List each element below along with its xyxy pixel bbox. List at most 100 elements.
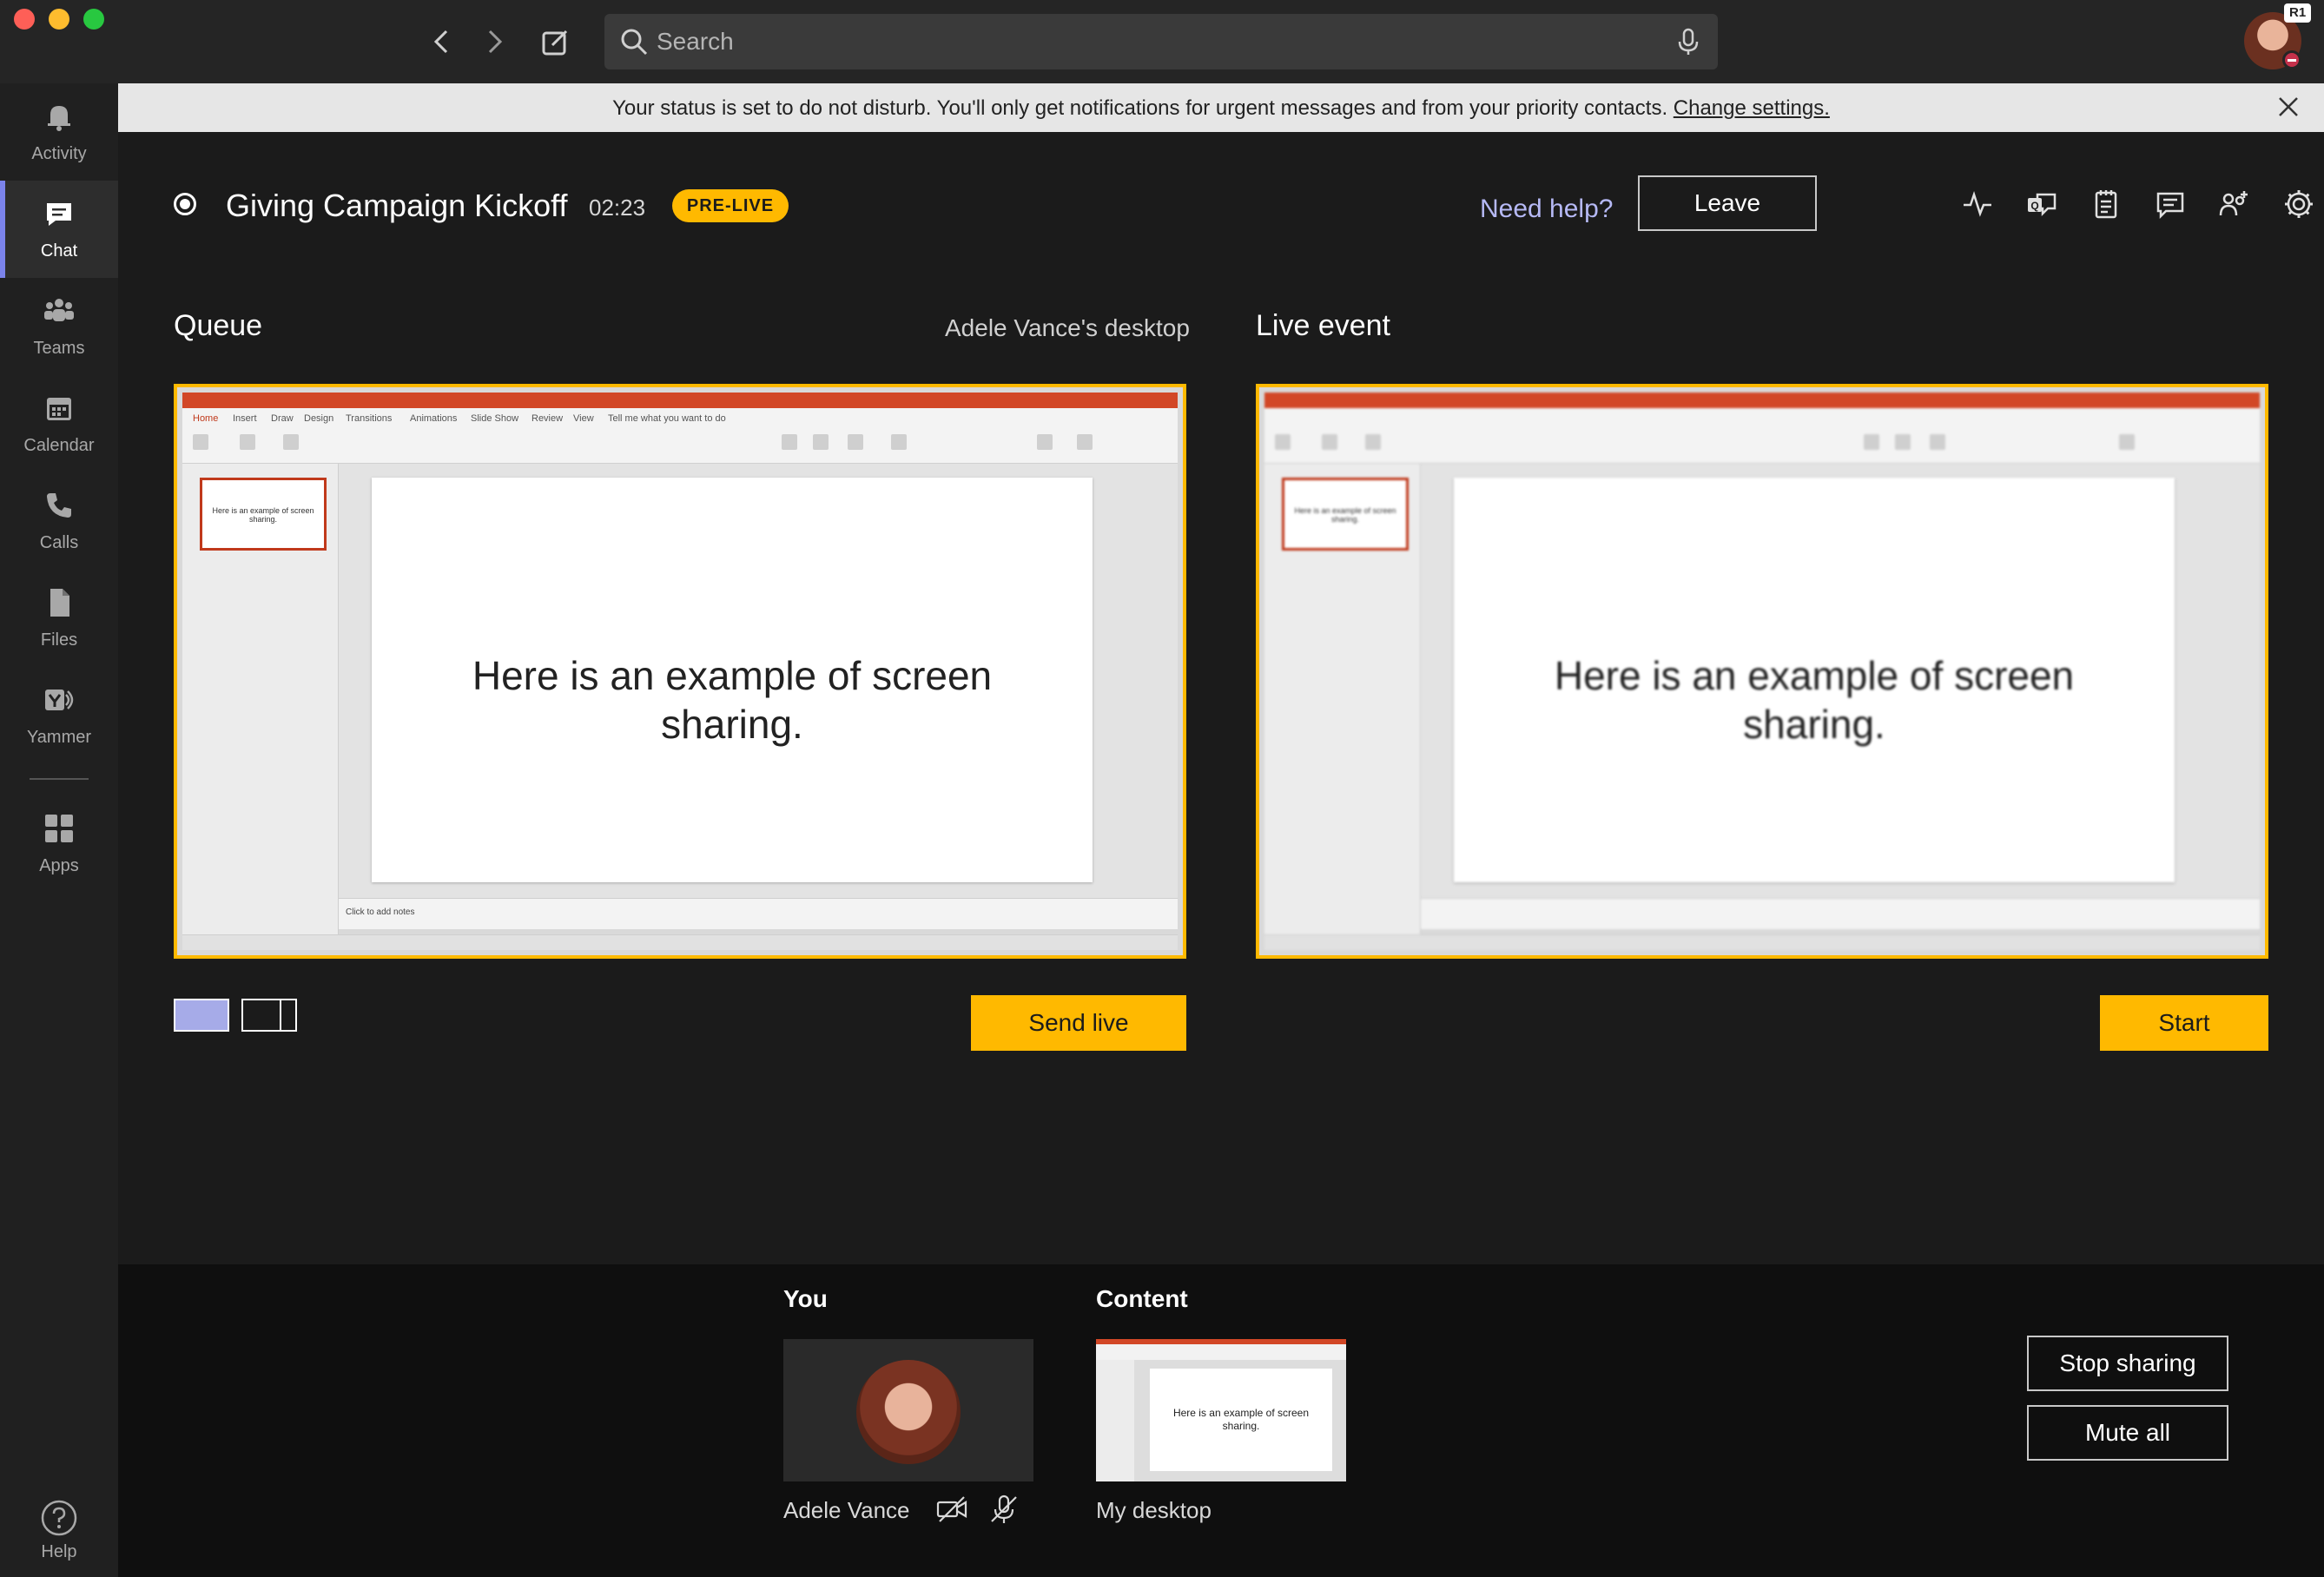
microphone-off-icon[interactable] [987,1492,1021,1527]
slide-text: Here is an example of screen sharing. [1172,1407,1310,1432]
chat-icon[interactable] [2154,188,2187,221]
leave-button[interactable]: Leave [1638,175,1817,231]
ppt-tool [1275,434,1291,450]
ppt-slide: Here is an example of screen sharing. [372,478,1093,882]
rail-item-activity[interactable]: Activity [0,83,118,181]
ppt-tab: Home [193,413,219,424]
queue-preview[interactable]: Home Insert Draw Design Transitions Anim… [174,384,1186,959]
content-caption: My desktop [1096,1497,1212,1523]
ppt-tool [1864,434,1879,450]
qna-icon[interactable]: Q [2025,188,2058,221]
ppt-tab: Animations [410,413,458,424]
search-bar[interactable]: Search [604,14,1718,69]
back-icon[interactable] [424,23,462,61]
mute-all-button[interactable]: Mute all [2027,1405,2228,1461]
participants-icon[interactable] [2218,188,2251,221]
need-help-link[interactable]: Need help? [1480,195,1613,224]
avatar [856,1360,961,1464]
minimize-window-button[interactable] [49,9,69,30]
rail-label: Teams [33,339,85,358]
rail-label: Apps [39,856,79,875]
search-input[interactable]: Search [657,28,734,56]
ppt-tool [1322,434,1337,450]
start-button[interactable]: Start [2100,995,2268,1051]
ppt-tool [782,434,797,450]
ppt-slide: Here is an example of screen sharing. [1150,1369,1332,1471]
stop-sharing-button[interactable]: Stop sharing [2027,1336,2228,1391]
app-rail: Activity Chat Teams Calendar Calls Files… [0,83,118,1577]
event-timer: 02:23 [589,195,646,221]
phone-icon [47,493,71,518]
rail-label: Files [40,630,78,650]
you-label: You [783,1285,828,1312]
ppt-tool [891,434,907,450]
ppt-notes-pane: Click to add notes [339,898,1178,929]
ppt-thumb-text: Here is an example of screen sharing. [1294,506,1396,524]
ppt-tool [1077,434,1093,450]
dnd-notification-banner: Your status is set to do not disturb. Yo… [118,83,2324,132]
files-icon [50,589,69,617]
slide-text: Here is an example of screen sharing. [472,653,993,747]
apps-icon [45,815,73,842]
ppt-tool [2119,434,2135,450]
ppt-tab: Draw [271,413,294,424]
ppt-slide-thumbnails: Here is an example of screen sharing. [182,464,339,940]
ppt-tab: Design [304,413,334,424]
rail-item-files[interactable]: Files [0,570,118,667]
close-icon[interactable] [2277,96,2300,122]
send-live-button[interactable]: Send live [971,995,1186,1051]
banner-text: Your status is set to do not disturb. Yo… [612,96,1674,120]
rail-item-teams[interactable]: Teams [0,278,118,375]
ppt-tool [240,434,255,450]
ppt-tool [813,434,829,450]
settings-icon[interactable] [2282,188,2315,221]
live-event-preview[interactable]: Here is an example of screen sharing. He… [1256,384,2268,959]
search-icon [621,29,648,56]
forward-icon[interactable] [474,23,512,61]
live-event-label: Live event [1256,309,1390,342]
ppt-ribbon [1264,408,2260,464]
rail-item-calendar[interactable]: Calendar [0,375,118,472]
title-bar: Search R1 [0,0,2324,83]
rail-label: Calendar [23,436,95,455]
ppt-tab: View [573,413,594,424]
banner-message: Your status is set to do not disturb. Yo… [118,96,2324,121]
ppt-ribbon [1096,1344,1346,1360]
camera-off-icon[interactable] [934,1492,969,1527]
ppt-tool [283,434,299,450]
record-status-icon [174,193,196,215]
ppt-slide-thumbnails [1096,1360,1134,1481]
ppt-notes-text: Click to add notes [346,907,415,917]
ppt-tab: Slide Show [471,413,519,424]
microphone-icon[interactable] [1673,26,1704,57]
zoom-window-button[interactable] [83,9,104,30]
rail-item-apps[interactable]: Apps [0,795,118,893]
ppt-title-bar [1264,393,2260,408]
compose-icon[interactable] [537,23,575,61]
rail-item-yammer[interactable]: Yammer [0,667,118,764]
svg-text:Q: Q [2030,200,2038,212]
ppt-tool [193,434,208,450]
rail-item-help[interactable]: Help [0,1487,118,1570]
ppt-slide-thumbnail: Here is an example of screen sharing. [1282,478,1409,551]
ppt-title-bar [182,393,1178,408]
side-by-side-layout-button[interactable] [241,999,297,1032]
ppt-tool [1895,434,1911,450]
health-icon[interactable] [1961,188,1994,221]
single-layout-button[interactable] [174,999,229,1032]
close-window-button[interactable] [14,9,35,30]
queue-label: Queue [174,309,263,342]
meeting-notes-icon[interactable] [2090,188,2123,221]
content-tile[interactable]: Here is an example of screen sharing. [1096,1339,1346,1481]
queue-source-label: Adele Vance's desktop [945,314,1190,341]
ppt-tool [1365,434,1381,450]
ppt-status-bar [182,934,1178,950]
yammer-icon [45,690,74,710]
change-settings-link[interactable]: Change settings. [1674,96,1830,120]
chat-icon [47,203,71,226]
rail-item-calls[interactable]: Calls [0,472,118,570]
ppt-thumb-text: Here is an example of screen sharing. [212,506,314,524]
blurred-live-feed: Here is an example of screen sharing. He… [1259,387,2265,955]
you-video-tile[interactable] [783,1339,1033,1481]
rail-item-chat[interactable]: Chat [0,181,118,278]
